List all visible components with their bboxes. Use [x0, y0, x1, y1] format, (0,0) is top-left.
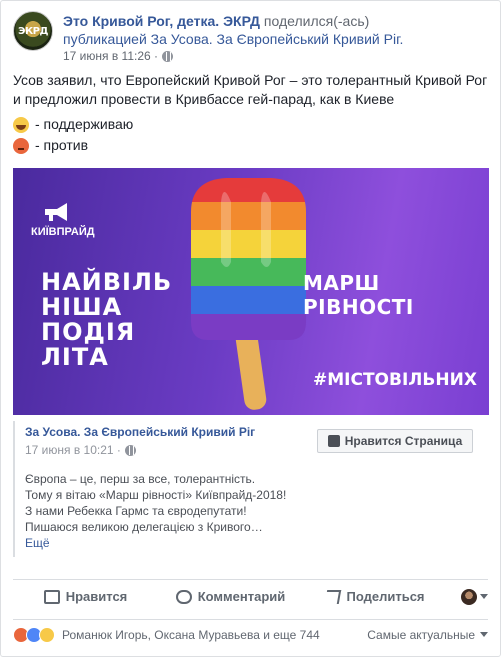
laughing-emoji-icon	[13, 116, 29, 133]
chevron-down-icon	[480, 632, 488, 637]
shared-meta: 17 июня в 10:21 ·	[25, 443, 136, 457]
see-more-link[interactable]: Ещё	[25, 535, 479, 551]
shared-page-title[interactable]: За Усова. За Європейський Кривий Ріг	[25, 425, 255, 439]
reaction-names[interactable]: Романюк Игорь, Оксана Муравьева и еще 74…	[58, 628, 367, 642]
megaphone-icon	[45, 203, 67, 221]
post-text: Усов заявил, что Европейский Кривой Рог …	[13, 71, 490, 155]
action-text: поделился(-ась)	[263, 13, 370, 29]
post-attribution: Это Кривой Рог, детка. ЭКРД поделился(-а…	[63, 12, 488, 48]
thumbs-up-icon	[327, 435, 340, 447]
slogan-line: НІША	[41, 293, 123, 321]
march-of-equality-text: МАРШ РІВНОСТІ	[303, 271, 414, 319]
page-name-link[interactable]: Это Кривой Рог, детка. ЭКРД	[63, 13, 260, 29]
sort-label: Самые актуальные	[367, 627, 475, 642]
comment-icon	[175, 589, 192, 604]
option-against-label: - против	[35, 137, 89, 153]
reaction-icons[interactable]	[13, 626, 55, 643]
publication-link[interactable]: публикацией	[63, 31, 147, 47]
avatar	[461, 588, 477, 605]
avatar-text: ЭКРД	[18, 26, 48, 37]
kyivpride-logo-text: КИЇВПРАЙД	[31, 226, 95, 238]
reactions-bar: Романюк Игорь, Оксана Муравьева и еще 74…	[13, 619, 488, 649]
shared-line: Європа – це, перш за все, толерантність.	[25, 472, 256, 486]
angry-emoji-icon	[13, 137, 29, 154]
slogan-line: НАЙВІЛЬ	[41, 268, 173, 296]
comment-label: Комментарий	[197, 589, 286, 604]
slogan-line: ЛІТА	[41, 343, 109, 371]
post-image[interactable]: КИЇВПРАЙД НАЙВІЛЬ НІША ПОДІЯ ЛІТА МАРШ Р…	[13, 168, 489, 415]
rainbow-popsicle-illustration	[191, 178, 306, 410]
option-support-label: - поддерживаю	[35, 116, 134, 132]
shared-line: Пишаюся великою делегацією з Кривого…	[25, 520, 263, 534]
like-button[interactable]: Нравится	[13, 580, 158, 614]
shared-line: Тому я вітаю «Марш рівності» Київпрайд-2…	[25, 488, 287, 502]
thumbs-up-icon	[43, 589, 60, 604]
shared-page-link[interactable]: За Усова. За Європейський Кривий Ріг.	[151, 31, 404, 47]
like-page-label: Нравится Страница	[344, 434, 463, 448]
option-support: - поддерживаю	[13, 115, 490, 134]
page-avatar[interactable]: ЭКРД	[13, 11, 53, 51]
profile-switcher[interactable]	[448, 588, 488, 605]
share-icon	[325, 589, 342, 604]
chevron-down-icon	[480, 594, 488, 599]
share-label: Поделиться	[346, 589, 425, 604]
image-hashtag: #МІСТОВІЛЬНИХ	[313, 370, 477, 390]
shared-line: З нами Ребекка Гармс та євродепутати!	[25, 504, 247, 518]
comment-sort-dropdown[interactable]: Самые актуальные	[367, 628, 488, 642]
feed-post: ЭКРД Это Кривой Рог, детка. ЭКРД поделил…	[0, 0, 501, 657]
post-timestamp[interactable]: 17 июня в 11:26 ·	[63, 49, 158, 63]
shared-timestamp[interactable]: 17 июня в 10:21 ·	[25, 443, 121, 457]
share-button[interactable]: Поделиться	[303, 580, 448, 614]
haha-reaction-icon	[39, 626, 55, 643]
slogan-line: ПОДІЯ	[41, 318, 136, 346]
shared-body: Європа – це, перш за все, толерантність.…	[25, 471, 479, 551]
shared-post-preview: За Усова. За Європейський Кривий Ріг 17 …	[13, 421, 489, 557]
like-label: Нравится	[65, 589, 128, 604]
option-against: - против	[13, 136, 490, 155]
image-slogan: НАЙВІЛЬ НІША ПОДІЯ ЛІТА	[41, 270, 172, 370]
globe-icon	[124, 444, 136, 456]
like-page-button[interactable]: Нравится Страница	[317, 429, 473, 453]
post-actions: Нравится Комментарий Поделиться	[13, 579, 488, 613]
globe-icon	[162, 50, 174, 62]
post-body: Усов заявил, что Европейский Кривой Рог …	[13, 72, 488, 107]
post-header: ЭКРД Это Кривой Рог, детка. ЭКРД поделил…	[13, 11, 488, 63]
comment-button[interactable]: Комментарий	[158, 580, 303, 614]
post-meta: 17 июня в 11:26 ·	[63, 49, 174, 63]
